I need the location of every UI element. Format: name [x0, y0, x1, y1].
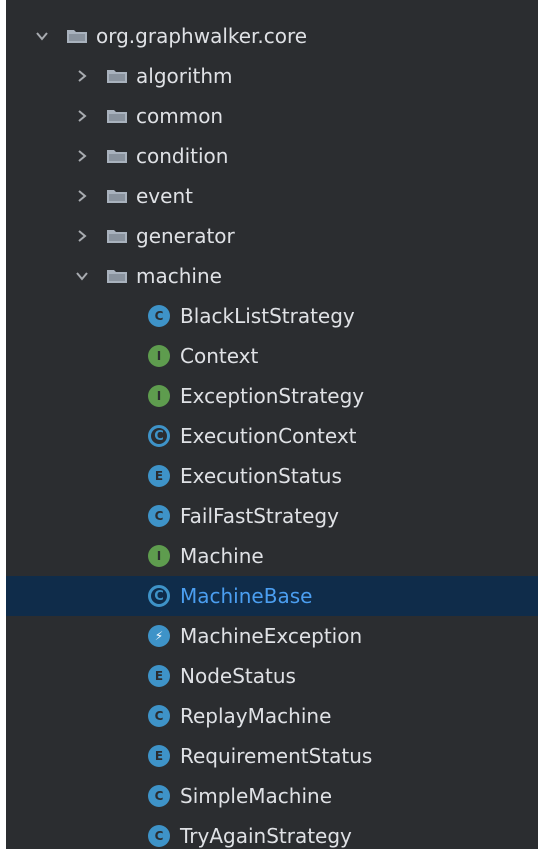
tree-node-folder-common[interactable]: common [6, 96, 538, 136]
tree-node-folder-event[interactable]: event [6, 176, 538, 216]
interface-icon: I [148, 545, 170, 567]
tree-node-label: org.graphwalker.core [96, 24, 308, 48]
tree-node-label: generator [136, 224, 235, 248]
folder-icon [106, 228, 128, 244]
interface-icon: I [148, 345, 170, 367]
tree-node-label: RequirementStatus [180, 744, 373, 768]
tree-node-label: BlackListStrategy [180, 304, 355, 328]
tree-node-label: Machine [180, 544, 264, 568]
project-tree: org.graphwalker.core algorithm common co… [6, 0, 538, 849]
enum-icon: E [148, 465, 170, 487]
class-icon: C [148, 785, 170, 807]
tree-node-label: algorithm [136, 64, 233, 88]
folder-icon [106, 188, 128, 204]
interface-icon: I [148, 385, 170, 407]
folder-icon [66, 28, 88, 44]
abstract-class-icon: C [148, 585, 170, 607]
tree-node-interface[interactable]: I Context [6, 336, 538, 376]
class-icon: C [148, 705, 170, 727]
tree-node-class[interactable]: C BlackListStrategy [6, 296, 538, 336]
chevron-right-icon[interactable] [72, 106, 92, 126]
exception-icon: ⚡ [148, 625, 170, 647]
folder-icon [106, 108, 128, 124]
tree-node-label: condition [136, 144, 229, 168]
tree-node-label: common [136, 104, 224, 128]
tree-node-enum[interactable]: E RequirementStatus [6, 736, 538, 776]
chevron-right-icon[interactable] [72, 146, 92, 166]
chevron-right-icon[interactable] [72, 66, 92, 86]
enum-icon: E [148, 745, 170, 767]
abstract-class-icon: C [148, 425, 170, 447]
chevron-right-icon[interactable] [72, 226, 92, 246]
tree-node-label: FailFastStrategy [180, 504, 339, 528]
tree-node-folder-generator[interactable]: generator [6, 216, 538, 256]
tree-node-class[interactable]: C SimpleMachine [6, 776, 538, 816]
tree-node-label: machine [136, 264, 222, 288]
tree-node-class[interactable]: C TryAgainStrategy [6, 816, 538, 849]
tree-node-folder-condition[interactable]: condition [6, 136, 538, 176]
tree-node-abstract-class-selected[interactable]: C MachineBase [6, 576, 538, 616]
class-icon: C [148, 825, 170, 847]
tree-node-enum[interactable]: E NodeStatus [6, 656, 538, 696]
tree-node-label: event [136, 184, 193, 208]
tree-node-label: NodeStatus [180, 664, 296, 688]
chevron-down-icon[interactable] [72, 266, 92, 286]
chevron-right-icon[interactable] [72, 186, 92, 206]
chevron-down-icon[interactable] [32, 26, 52, 46]
class-icon: C [148, 505, 170, 527]
tree-node-folder-machine[interactable]: machine [6, 256, 538, 296]
tree-node-label: TryAgainStrategy [180, 824, 352, 848]
tree-node-label: ExecutionStatus [180, 464, 342, 488]
enum-icon: E [148, 665, 170, 687]
tree-node-root[interactable]: org.graphwalker.core [6, 16, 538, 56]
tree-node-label: ExecutionContext [180, 424, 357, 448]
tree-node-label: ExceptionStrategy [180, 384, 365, 408]
tree-node-folder-algorithm[interactable]: algorithm [6, 56, 538, 96]
tree-node-interface[interactable]: I Machine [6, 536, 538, 576]
tree-node-abstract-class[interactable]: C ExecutionContext [6, 416, 538, 456]
tree-node-label: MachineBase [180, 584, 313, 608]
folder-icon [106, 148, 128, 164]
folder-icon [106, 68, 128, 84]
tree-node-label: SimpleMachine [180, 784, 333, 808]
tree-node-label: ReplayMachine [180, 704, 332, 728]
tree-node-class[interactable]: C FailFastStrategy [6, 496, 538, 536]
tree-node-enum[interactable]: E ExecutionStatus [6, 456, 538, 496]
tree-node-interface[interactable]: I ExceptionStrategy [6, 376, 538, 416]
tree-node-exception[interactable]: ⚡ MachineException [6, 616, 538, 656]
class-icon: C [148, 305, 170, 327]
folder-icon [106, 268, 128, 284]
tree-node-label: MachineException [180, 624, 363, 648]
tree-node-class[interactable]: C ReplayMachine [6, 696, 538, 736]
tree-node-label: Context [180, 344, 259, 368]
